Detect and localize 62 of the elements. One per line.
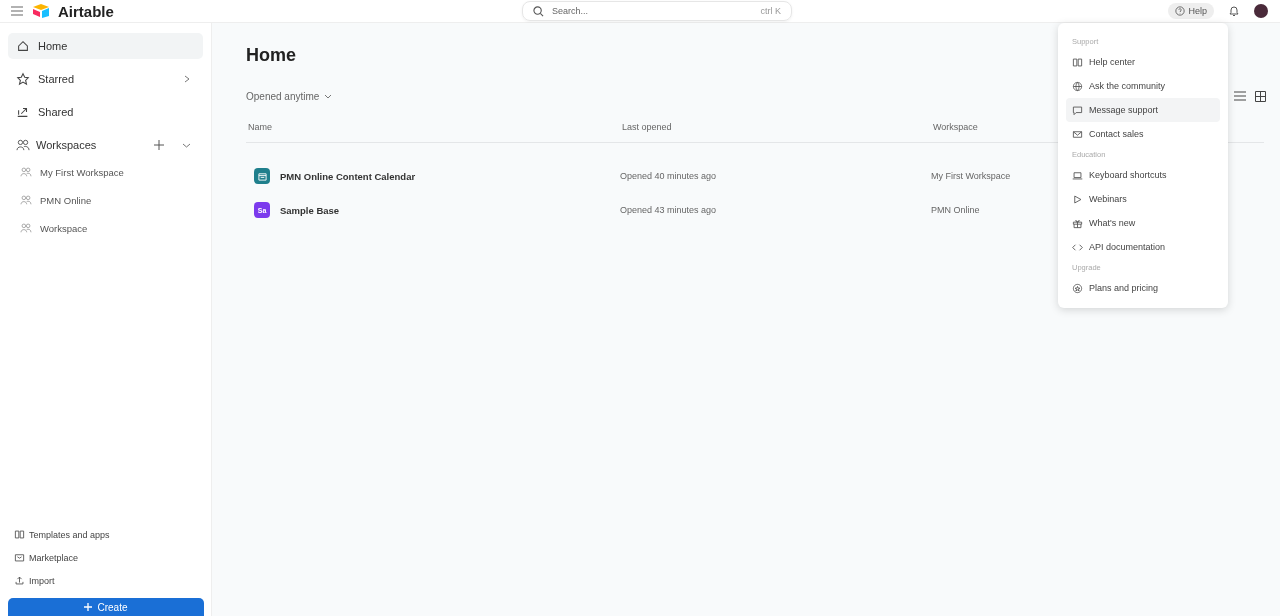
avatar[interactable] [1254, 4, 1268, 18]
upload-icon [14, 575, 25, 586]
sidebar-item[interactable]: Starred [8, 66, 203, 92]
chat-bubble-icon [1072, 104, 1083, 116]
menu-item[interactable]: What's new [1066, 211, 1220, 235]
grid-view-icon[interactable] [1255, 91, 1266, 102]
menu-item[interactable]: Plans and pricing [1066, 276, 1220, 300]
filter-dropdown[interactable]: Opened anytime [246, 91, 333, 102]
gift-icon [1072, 217, 1083, 229]
people-icon [20, 195, 32, 205]
base-name[interactable]: PMN Online Content Calendar [280, 170, 416, 182]
shortcut-hint: ctrl K [760, 6, 781, 16]
caret-icon [324, 93, 333, 100]
sidebar-item[interactable]: Home [8, 33, 203, 59]
menu-item[interactable]: Keyboard shortcuts [1066, 163, 1220, 187]
sidebar-link[interactable]: Marketplace [8, 546, 203, 569]
sidebar-link[interactable]: Import [8, 569, 203, 592]
home-icon [16, 39, 30, 53]
table-cell: My First Workspace [931, 171, 1011, 181]
sidebar-item[interactable]: Shared [8, 99, 203, 125]
workspace-item[interactable]: My First Workspace [8, 158, 203, 186]
list-view-icon[interactable] [1234, 91, 1246, 101]
people-icon [16, 139, 30, 151]
menu-item[interactable]: API documentation [1066, 235, 1220, 259]
sidebar-link[interactable]: Templates and apps [8, 523, 203, 546]
column-header: Workspace [933, 122, 978, 132]
logo-text: Airtable [58, 2, 114, 20]
people-icon [20, 223, 32, 233]
bell-icon[interactable] [1228, 5, 1240, 17]
menu-icon[interactable] [10, 5, 24, 17]
search-icon [533, 5, 544, 17]
menu-item[interactable]: Ask the community [1066, 74, 1220, 98]
globe-icon [1072, 80, 1083, 92]
search-input[interactable]: Search... [550, 5, 755, 17]
people-icon [20, 167, 32, 177]
menu-item[interactable]: Contact sales [1066, 122, 1220, 146]
menu-item[interactable]: Help center [1066, 50, 1220, 74]
column-header: Last opened [622, 122, 673, 132]
share-icon [16, 105, 30, 119]
play-icon [1072, 193, 1083, 205]
menu-item[interactable]: Webinars [1066, 187, 1220, 211]
plus-icon[interactable] [154, 140, 164, 150]
page-title: Home [246, 45, 296, 66]
plus-icon [84, 603, 93, 611]
table-cell-text: Opened 40 minutes ago [620, 171, 718, 181]
envelope-icon [1072, 128, 1083, 140]
chevron-icon [183, 75, 191, 83]
workspace-item[interactable]: Workspace [8, 214, 203, 242]
star-icon [16, 72, 30, 86]
column-header: Name [247, 122, 273, 132]
question-icon [1175, 6, 1186, 16]
table-cell-text: Opened 43 minutes ago [620, 205, 718, 215]
laptop-icon [1072, 169, 1083, 181]
menu-item[interactable]: Message support [1066, 98, 1220, 122]
base-name[interactable]: Sample Base [280, 204, 340, 216]
create-button[interactable]: Create [8, 598, 204, 616]
workspace-item[interactable]: PMN Online [8, 186, 203, 214]
section-title: Workspaces [36, 139, 98, 151]
table-cell: PMN Online [931, 205, 980, 215]
logo-icon [32, 4, 50, 18]
badge-icon [1072, 282, 1083, 294]
help-button[interactable]: Help [1168, 3, 1214, 19]
